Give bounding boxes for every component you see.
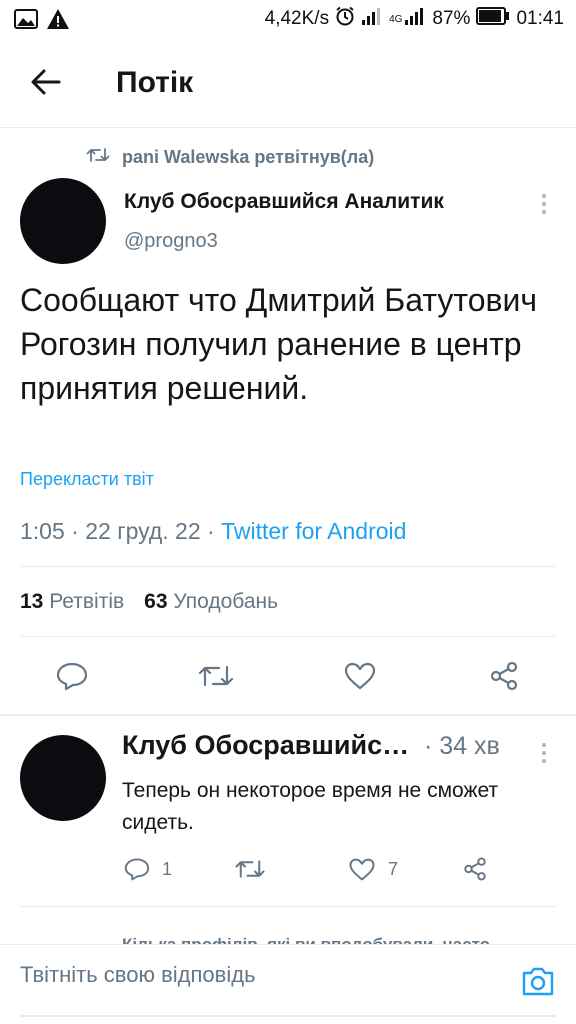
arrow-left-icon xyxy=(31,69,61,95)
retweet-button[interactable] xyxy=(196,656,236,696)
divider xyxy=(20,906,556,907)
reply-time: · 34 хв xyxy=(424,732,500,760)
retweet-context-text: pani Walewska ретвітнув(ла) xyxy=(122,147,375,167)
reply-button[interactable] xyxy=(52,656,92,696)
reply-more-options-button[interactable] xyxy=(536,738,552,768)
divider xyxy=(20,636,556,637)
author-handle[interactable]: @progno3 xyxy=(124,230,218,253)
retweets-stat[interactable]: 13 Ретвітів xyxy=(20,590,124,614)
likes-count: 63 xyxy=(144,590,168,613)
camera-icon xyxy=(522,967,554,996)
reply-icon xyxy=(124,858,150,881)
app-header: Потік xyxy=(0,40,576,128)
signal-4g-icon xyxy=(404,6,426,32)
retweets-count: 13 xyxy=(20,590,44,613)
likes-label: Уподобань xyxy=(173,590,279,613)
reply-text: Теперь он некоторое время не сможет сиде… xyxy=(122,779,499,834)
signal-icon xyxy=(361,6,383,32)
share-icon xyxy=(490,661,518,691)
tweet-stats: 13 Ретвітів 63 Уподобань xyxy=(20,590,278,614)
retweet-icon xyxy=(235,860,265,878)
reply-retweet-button[interactable] xyxy=(234,852,266,886)
tweet-text: Сообщают что Дмитрий Батутович Рогозин п… xyxy=(20,282,538,406)
battery-percent: 87% xyxy=(432,8,471,29)
camera-button[interactable] xyxy=(518,963,558,999)
reply-icon xyxy=(56,662,88,691)
retweet-context[interactable]: pani Walewska ретвітнув(ла) xyxy=(86,146,374,169)
meta-separator: · xyxy=(71,518,79,544)
reply-like-count: 7 xyxy=(388,858,399,879)
suggestion-peek: Кілька профілів, які ви вподобували, час… xyxy=(122,930,552,944)
network-type: 4G xyxy=(389,13,403,25)
avatar[interactable] xyxy=(20,178,106,264)
retweet-icon xyxy=(86,146,110,169)
share-button[interactable] xyxy=(484,656,524,696)
reply-avatar[interactable] xyxy=(20,735,106,821)
reply-reply-button[interactable]: 1 xyxy=(124,852,172,886)
likes-stat[interactable]: 63 Уподобань xyxy=(144,590,278,614)
meta-separator: · xyxy=(207,518,215,544)
reply-input[interactable] xyxy=(20,955,496,995)
tweet-date: 22 груд. 22 xyxy=(85,518,201,544)
clock: 01:41 xyxy=(516,8,564,29)
tweet-time: 1:05 xyxy=(20,518,65,544)
status-bar-right: 4,42K/s 4G 87% 01:41 xyxy=(265,6,564,32)
divider xyxy=(20,566,556,567)
reply-composer xyxy=(0,944,576,1024)
status-bar: 4,42K/s 4G 87% 01:41 xyxy=(0,0,576,38)
reply-like-button[interactable]: 7 xyxy=(348,852,398,886)
warning-icon xyxy=(46,8,70,35)
section-divider xyxy=(0,714,576,716)
like-icon xyxy=(344,662,376,690)
tweet-action-bar xyxy=(0,656,576,700)
share-icon xyxy=(464,857,486,881)
status-bar-left xyxy=(14,8,70,35)
reply-share-button[interactable] xyxy=(462,852,488,886)
tweet-client-link[interactable]: Twitter for Android xyxy=(221,518,406,544)
tweet-meta: 1:05 · 22 груд. 22 · Twitter for Android xyxy=(20,518,406,545)
like-icon xyxy=(349,858,375,880)
author-name[interactable]: Клуб Обосравшийся Аналитик xyxy=(124,190,444,214)
retweet-icon xyxy=(198,665,234,687)
composer-underline xyxy=(20,1015,556,1017)
net-speed: 4,42K/s xyxy=(264,8,330,29)
retweets-label: Ретвітів xyxy=(49,590,125,613)
translate-tweet-link[interactable]: Перекласти твіт xyxy=(20,469,154,490)
back-button[interactable] xyxy=(28,64,64,100)
reply-author-name[interactable]: Клуб Обосравшийся Аналитик xyxy=(122,730,412,761)
battery-icon xyxy=(476,7,510,31)
page-title: Потік xyxy=(116,66,194,99)
more-options-button[interactable] xyxy=(536,189,552,219)
image-icon xyxy=(14,9,38,34)
like-button[interactable] xyxy=(340,656,380,696)
reply-action-bar: 1 7 xyxy=(0,852,576,888)
alarm-icon xyxy=(335,6,355,32)
reply-reply-count: 1 xyxy=(162,858,173,879)
